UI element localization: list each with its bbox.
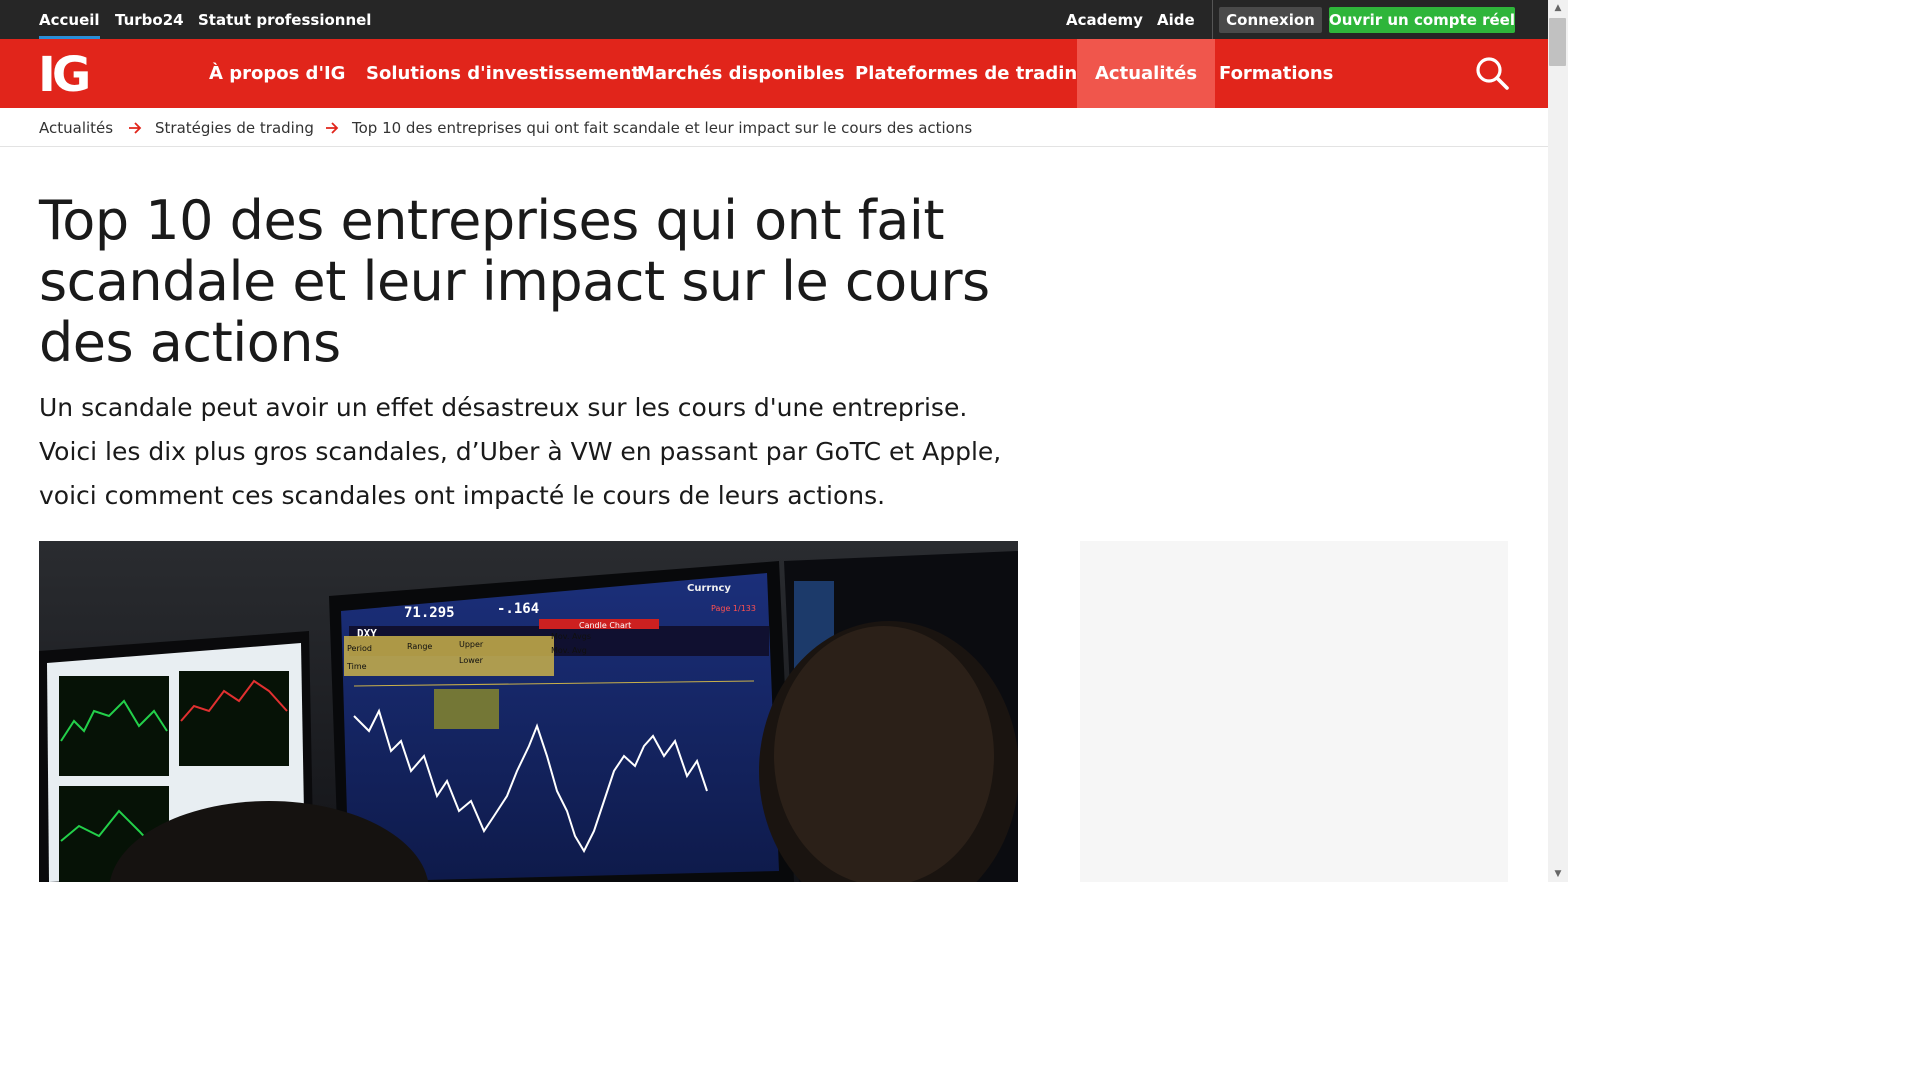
- hero-screen-change: -.164: [497, 601, 539, 617]
- scrollbar-track[interactable]: [1548, 0, 1568, 882]
- utility-link-turbo24[interactable]: Turbo24: [115, 0, 184, 39]
- hero-screen-menu-row2-a: Time: [346, 662, 367, 671]
- scroll-up-arrow-icon[interactable]: ▲: [1548, 0, 1568, 16]
- breadcrumb-current-page: Top 10 des entreprises qui ont fait scan…: [352, 119, 973, 137]
- article-intro: Un scandale peut avoir un effet désastre…: [39, 393, 1002, 510]
- breadcrumb-actualites[interactable]: Actualités: [39, 108, 113, 149]
- ig-logo[interactable]: IG: [38, 51, 91, 99]
- arrow-right-icon: [129, 122, 142, 134]
- scroll-down-arrow-icon[interactable]: ▼: [1548, 866, 1568, 882]
- breadcrumb: Actualités Stratégies de trading Top 10 …: [0, 108, 1548, 147]
- utility-link-statut-professionnel[interactable]: Statut professionnel: [198, 0, 371, 39]
- trading-screens-illustration: DXY 71.295 -.164 Currncy Page 1/133 Cand…: [39, 541, 1018, 882]
- login-button[interactable]: Connexion: [1219, 7, 1322, 33]
- hero-screen-currency: Currncy: [687, 583, 731, 594]
- nav-formations[interactable]: Formations: [1201, 39, 1351, 108]
- nav-marches-disponibles[interactable]: Marchés disponibles: [619, 39, 863, 108]
- nav-solutions-investissement[interactable]: Solutions d'investissement: [348, 39, 658, 108]
- sidebar-panel: [1080, 541, 1508, 882]
- nav-plateformes-trading[interactable]: Plateformes de trading: [837, 39, 1108, 108]
- page-title: Top 10 des entreprises qui ont fait scan…: [39, 189, 990, 374]
- hero-screen-menu-row2-b: Lower: [459, 656, 484, 665]
- hero-screen-menu-row1-a: Period: [347, 644, 372, 653]
- utility-link-accueil[interactable]: Accueil: [39, 0, 100, 39]
- open-account-button[interactable]: Ouvrir un compte réel: [1329, 7, 1515, 33]
- hero-screen-menu-row1-b: Range: [407, 642, 432, 651]
- breadcrumb-strategies-trading[interactable]: Stratégies de trading: [155, 108, 314, 149]
- hero-screen-price: 71.295: [404, 605, 455, 621]
- hero-screen-avg-2: Mov. Avg: [551, 646, 587, 655]
- utility-divider: [1212, 0, 1213, 39]
- arrow-right-icon: [326, 122, 339, 134]
- hero-screen-avg-1: Mov. Avgs: [551, 632, 591, 641]
- nav-actualites[interactable]: Actualités: [1077, 39, 1216, 108]
- utility-link-academy[interactable]: Academy: [1066, 0, 1143, 39]
- hero-screen-menu-row1-c: Upper: [459, 640, 484, 649]
- hero-screen-page: Page 1/133: [711, 604, 756, 613]
- hero-screen-chart-label: Candle Chart: [579, 621, 631, 630]
- utility-link-aide[interactable]: Aide: [1157, 0, 1195, 39]
- scrollbar-thumb[interactable]: [1549, 18, 1566, 66]
- hero-image: DXY 71.295 -.164 Currncy Page 1/133 Cand…: [39, 541, 1018, 882]
- search-icon[interactable]: [1474, 55, 1510, 91]
- nav-a-propos[interactable]: À propos d'IG: [191, 39, 363, 108]
